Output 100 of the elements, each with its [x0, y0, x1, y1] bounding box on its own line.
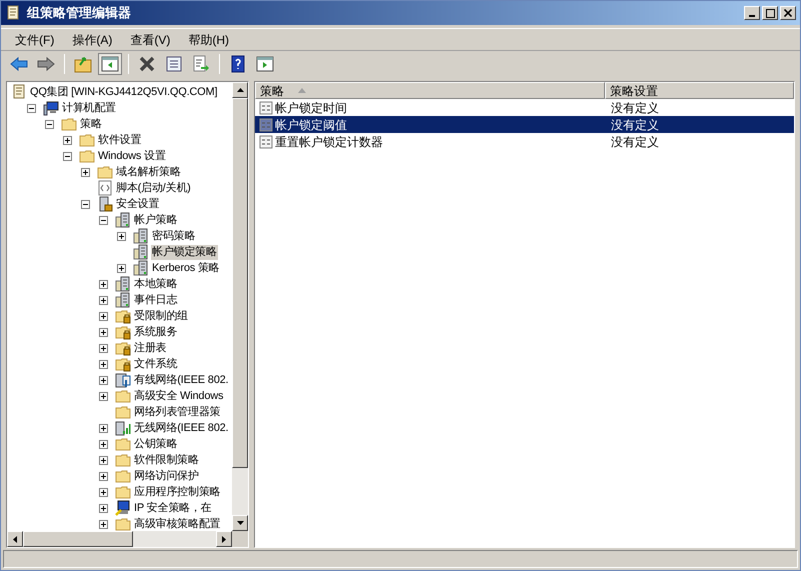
tree-item[interactable]: 系统服务	[133, 324, 178, 340]
close-button[interactable]	[780, 6, 796, 20]
expand-toggle[interactable]	[99, 456, 108, 464]
expand-toggle[interactable]	[81, 168, 90, 176]
expand-toggle[interactable]	[117, 264, 126, 272]
expand-toggle[interactable]	[99, 440, 108, 448]
expand-toggle[interactable]	[63, 136, 72, 144]
policy-setting: 没有定义	[610, 100, 660, 116]
folder-icon	[79, 148, 95, 164]
expand-toggle[interactable]	[99, 504, 108, 512]
tree-item[interactable]: Kerberos 策略	[151, 260, 220, 276]
tree-item[interactable]: 策略	[79, 116, 103, 132]
tree-item[interactable]: IP 安全策略，在	[133, 500, 212, 516]
forward-arrow-icon	[37, 54, 55, 72]
folder-icon	[115, 484, 131, 500]
script-file-icon	[97, 180, 113, 196]
policy-item-icon	[259, 134, 273, 148]
down-arrow-icon	[236, 521, 244, 525]
signal-bars-icon	[115, 420, 131, 436]
server-icon	[133, 244, 149, 260]
folder-icon	[115, 404, 131, 420]
server-icon	[133, 260, 149, 276]
tree-item[interactable]: 事件日志	[133, 292, 178, 308]
tree-item[interactable]: Windows 设置	[97, 148, 167, 164]
tree-item[interactable]: 网络访问保护	[133, 468, 200, 484]
folder-icon	[115, 516, 131, 531]
tree-item[interactable]: 帐户锁定策略	[151, 244, 218, 260]
tree-item[interactable]: 网络列表管理器策	[133, 404, 222, 420]
expand-toggle[interactable]	[99, 344, 108, 352]
column-header[interactable]: 策略	[255, 82, 605, 99]
tree-item[interactable]: 应用程序控制策略	[133, 484, 222, 500]
tree-item[interactable]: 有线网络(IEEE 802.	[133, 372, 230, 388]
folder-icon	[115, 388, 131, 404]
maximize-icon	[766, 8, 774, 18]
minimize-icon	[749, 15, 755, 17]
tree-item[interactable]: 脚本(启动/关机)	[115, 180, 192, 196]
vertical-scrollbar[interactable]	[232, 82, 248, 531]
collapse-toggle[interactable]	[63, 152, 72, 160]
maximize-button[interactable]	[762, 6, 778, 20]
tree-item[interactable]: 软件限制策略	[133, 452, 200, 468]
expand-toggle[interactable]	[99, 280, 108, 288]
folder-icon	[115, 436, 131, 452]
toolbar-button[interactable]	[98, 52, 122, 74]
expand-toggle[interactable]	[99, 296, 108, 304]
folder-up-icon	[74, 54, 92, 72]
action-pane-icon	[256, 54, 274, 72]
tree-item[interactable]: 高级安全 Windows	[133, 388, 224, 404]
expand-toggle[interactable]	[99, 328, 108, 336]
network-device-icon	[115, 372, 131, 388]
locked-folder-icon	[115, 308, 131, 324]
collapse-toggle[interactable]	[81, 200, 90, 208]
tree-item[interactable]: 安全设置	[115, 196, 160, 212]
expand-toggle[interactable]	[99, 376, 108, 384]
expand-toggle[interactable]	[99, 424, 108, 432]
collapse-toggle[interactable]	[45, 120, 54, 128]
expand-toggle[interactable]	[99, 472, 108, 480]
right-arrow-icon	[222, 536, 226, 542]
properties-icon	[165, 54, 183, 72]
tree-item[interactable]: 软件设置	[97, 132, 142, 148]
server-lock-icon	[97, 196, 113, 212]
menu-item[interactable]: 帮助(H)	[180, 30, 237, 48]
menu-item[interactable]: 查看(V)	[122, 30, 178, 48]
tree-item[interactable]: 公钥策略	[133, 436, 178, 452]
policy-name: 帐户锁定阈值	[275, 116, 347, 134]
tree-item[interactable]: 域名解析策略	[115, 164, 182, 180]
monitor-key-icon	[115, 500, 131, 516]
tree-item[interactable]: 本地策略	[133, 276, 178, 292]
expand-toggle[interactable]	[99, 312, 108, 320]
list-row[interactable]: 帐户锁定时间 没有定义	[255, 99, 794, 116]
tree-item[interactable]: QQ集团 [WIN-KGJ4412Q5VI.QQ.COM]	[29, 84, 218, 100]
tree-item[interactable]: 无线网络(IEEE 802.	[133, 420, 230, 436]
tree-item[interactable]: 帐户策略	[133, 212, 178, 228]
sort-arrow-icon	[298, 88, 306, 93]
expand-toggle[interactable]	[99, 488, 108, 496]
column-header[interactable]: 策略设置	[605, 82, 794, 99]
tree-item[interactable]: 密码策略	[151, 228, 196, 244]
list-row[interactable]: 帐户锁定阈值 没有定义	[255, 116, 794, 133]
tree-item[interactable]: 高级审核策略配置	[133, 516, 222, 531]
policy-item-icon	[259, 100, 273, 114]
minimize-button[interactable]	[744, 6, 760, 20]
policy-setting: 没有定义	[610, 134, 660, 150]
menu-item[interactable]: 文件(F)	[7, 30, 62, 48]
expand-toggle[interactable]	[99, 392, 108, 400]
scroll-icon	[5, 5, 21, 21]
expand-toggle[interactable]	[99, 360, 108, 368]
tree-item[interactable]: 文件系统	[133, 356, 178, 372]
expand-toggle[interactable]	[117, 232, 126, 240]
horizontal-scrollbar[interactable]	[7, 531, 248, 547]
tree-item[interactable]: 注册表	[133, 340, 168, 356]
list-row[interactable]: 重置帐户锁定计数器 没有定义	[255, 133, 794, 150]
menu-item[interactable]: 操作(A)	[64, 30, 120, 48]
collapse-toggle[interactable]	[99, 216, 108, 224]
tree-item[interactable]: 计算机配置	[61, 100, 118, 116]
policy-item-icon	[259, 118, 273, 132]
pane-toggle-icon	[101, 54, 119, 72]
tree-item[interactable]: 受限制的组	[133, 308, 190, 324]
collapse-toggle[interactable]	[27, 104, 36, 112]
left-arrow-icon	[13, 536, 17, 542]
scrollbar-corner	[232, 531, 248, 547]
expand-toggle[interactable]	[99, 520, 108, 528]
